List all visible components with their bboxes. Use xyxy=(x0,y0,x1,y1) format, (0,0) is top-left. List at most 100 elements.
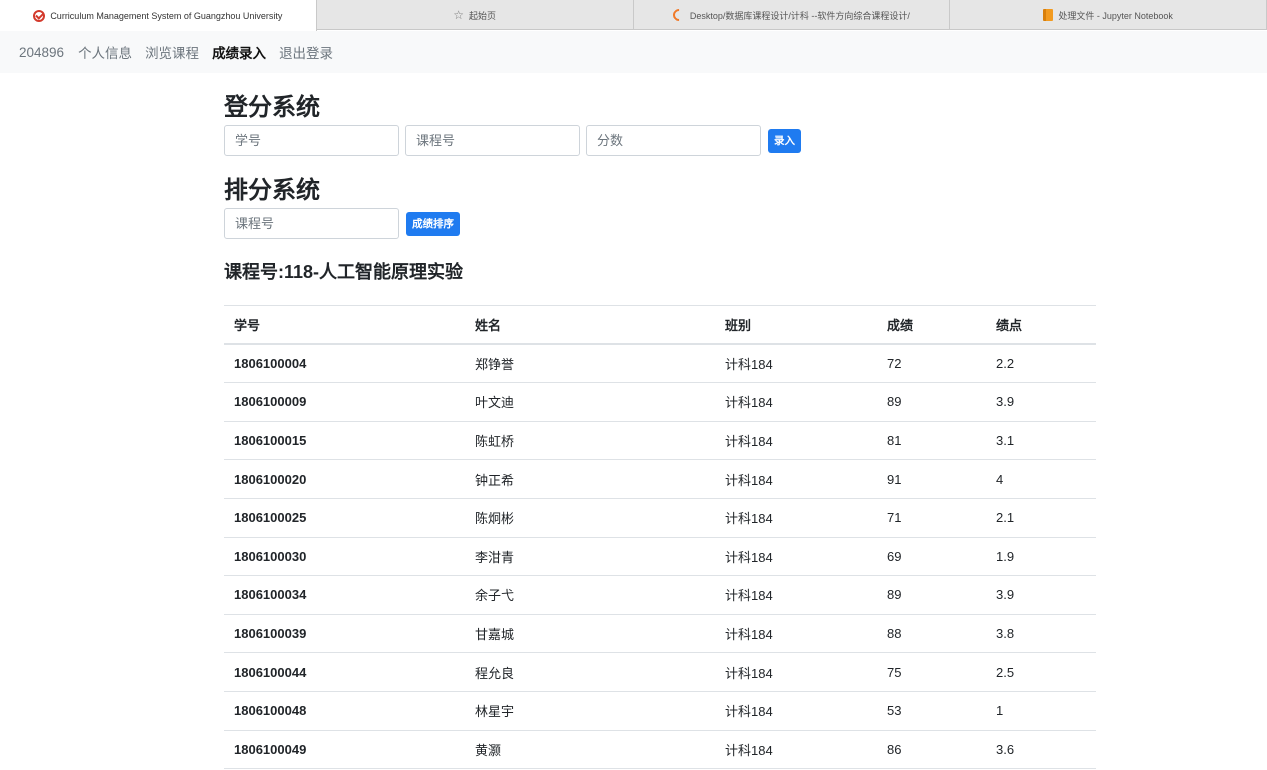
cell-name: 甘嘉城 xyxy=(465,614,715,654)
cell-student-id: 1806100039 xyxy=(224,614,465,654)
student-id-input[interactable] xyxy=(224,125,399,156)
cell-student-id: 1806100049 xyxy=(224,730,465,770)
target-icon xyxy=(33,9,46,22)
cell-name: 李泔青 xyxy=(465,537,715,577)
cell-student-id: 1806100020 xyxy=(224,459,465,499)
header-score: 成绩 xyxy=(877,305,986,346)
cell-gpa: 1.9 xyxy=(986,537,1096,577)
browser-tab-jupyter[interactable]: 处理文件 - Jupyter Notebook xyxy=(950,0,1267,30)
cell-name: 程允良 xyxy=(465,652,715,692)
cell-gpa: 3.1 xyxy=(986,421,1096,461)
cell-class: 计科184 xyxy=(715,537,877,577)
cell-score: 71 xyxy=(877,498,986,538)
browser-tab-desktop-folder[interactable]: Desktop/数据库课程设计/计科 --软件方向综合课程设计/ xyxy=(634,0,951,30)
header-gpa: 绩点 xyxy=(986,305,1096,346)
cell-student-id: 1806100030 xyxy=(224,537,465,577)
cell-score: 53 xyxy=(877,691,986,731)
cell-name: 叶文迪 xyxy=(465,382,715,422)
user-id-brand[interactable]: 204896 xyxy=(19,45,64,60)
table-row: 1806100030 李泔青 计科184 69 1.9 xyxy=(224,537,1096,577)
cell-student-id: 1806100009 xyxy=(224,382,465,422)
table-row: 1806100034 余子弋 计科184 89 3.9 xyxy=(224,575,1096,615)
tab-title: 起始页 xyxy=(469,10,497,21)
cell-name: 林星宇 xyxy=(465,691,715,731)
cell-gpa: 2.2 xyxy=(986,344,1096,384)
app-navbar: 204896 个人信息 浏览课程 成绩录入 退出登录 xyxy=(0,31,1267,73)
score-input[interactable] xyxy=(586,125,761,156)
tab-title: Desktop/数据库课程设计/计科 --软件方向综合课程设计/ xyxy=(689,10,910,21)
cell-name: 黄灏 xyxy=(465,730,715,770)
cell-gpa: 2.1 xyxy=(986,498,1096,538)
cell-gpa: 1 xyxy=(986,691,1096,731)
cell-class: 计科184 xyxy=(715,614,877,654)
notebook-icon xyxy=(1043,9,1054,21)
cell-score: 89 xyxy=(877,575,986,615)
ranking-title: 排分系统 xyxy=(224,177,320,204)
nav-link-grade-entry[interactable]: 成绩录入 xyxy=(212,42,266,62)
cell-score: 69 xyxy=(877,537,986,577)
loading-icon xyxy=(670,6,688,24)
cell-name: 陈炯彬 xyxy=(465,498,715,538)
tab-title: 处理文件 - Jupyter Notebook xyxy=(1058,10,1173,21)
cell-class: 计科184 xyxy=(715,652,877,692)
header-name: 姓名 xyxy=(465,305,715,346)
nav-link-personal-info[interactable]: 个人信息 xyxy=(78,42,132,62)
grade-entry-title: 登分系统 xyxy=(224,94,320,121)
cell-gpa: 2.5 xyxy=(986,652,1096,692)
nav-link-logout[interactable]: 退出登录 xyxy=(279,42,333,62)
cell-score: 72 xyxy=(877,344,986,384)
cell-student-id: 1806100044 xyxy=(224,652,465,692)
browser-tab-bar: Curriculum Management System of Guangzho… xyxy=(0,0,1267,31)
cell-score: 81 xyxy=(877,421,986,461)
cell-gpa: 3.6 xyxy=(986,730,1096,770)
cell-class: 计科184 xyxy=(715,575,877,615)
cell-score: 91 xyxy=(877,459,986,499)
main-content: 登分系统 录入 排分系统 成绩排序 课程号:118-人工智能原理实验 学号 姓名… xyxy=(224,73,1096,770)
cell-gpa: 3.9 xyxy=(986,382,1096,422)
table-row: 1806100044 程允良 计科184 75 2.5 xyxy=(224,652,1096,692)
cell-name: 陈虹桥 xyxy=(465,421,715,461)
cell-name: 钟正希 xyxy=(465,459,715,499)
course-id-input[interactable] xyxy=(405,125,580,156)
table-row: 1806100009 叶文迪 计科184 89 3.9 xyxy=(224,382,1096,422)
cell-class: 计科184 xyxy=(715,498,877,538)
header-student-id: 学号 xyxy=(224,305,465,346)
cell-student-id: 1806100048 xyxy=(224,691,465,731)
cell-score: 89 xyxy=(877,382,986,422)
cell-class: 计科184 xyxy=(715,344,877,384)
table-row: 1806100048 林星宇 计科184 53 1 xyxy=(224,691,1096,731)
cell-gpa: 4 xyxy=(986,459,1096,499)
table-row: 1806100020 钟正希 计科184 91 4 xyxy=(224,459,1096,499)
cell-name: 余子弋 xyxy=(465,575,715,615)
submit-grade-button[interactable]: 录入 xyxy=(768,128,801,153)
cell-score: 75 xyxy=(877,652,986,692)
cell-gpa: 3.8 xyxy=(986,614,1096,654)
table-row: 1806100025 陈炯彬 计科184 71 2.1 xyxy=(224,498,1096,538)
nav-link-browse-courses[interactable]: 浏览课程 xyxy=(145,42,199,62)
cell-class: 计科184 xyxy=(715,382,877,422)
cell-class: 计科184 xyxy=(715,459,877,499)
cell-class: 计科184 xyxy=(715,421,877,461)
star-icon: ☆ xyxy=(453,8,464,22)
cell-student-id: 1806100015 xyxy=(224,421,465,461)
cell-score: 86 xyxy=(877,730,986,770)
cell-score: 88 xyxy=(877,614,986,654)
grades-table: 学号 姓名 班别 成绩 绩点 1806100004 郑铮誉 计科184 72 2… xyxy=(224,305,1096,770)
header-class: 班别 xyxy=(715,305,877,346)
table-row: 1806100039 甘嘉城 计科184 88 3.8 xyxy=(224,614,1096,654)
cell-student-id: 1806100004 xyxy=(224,344,465,384)
table-row: 1806100004 郑铮誉 计科184 72 2.2 xyxy=(224,344,1096,384)
ranking-form: 成绩排序 xyxy=(224,208,1096,239)
sort-grades-button[interactable]: 成绩排序 xyxy=(406,211,460,236)
cell-class: 计科184 xyxy=(715,730,877,770)
tab-title: Curriculum Management System of Guangzho… xyxy=(50,10,283,21)
browser-tab-curriculum[interactable]: Curriculum Management System of Guangzho… xyxy=(0,0,317,31)
ranking-course-id-input[interactable] xyxy=(224,208,399,239)
table-header-row: 学号 姓名 班别 成绩 绩点 xyxy=(224,305,1096,346)
cell-student-id: 1806100025 xyxy=(224,498,465,538)
cell-gpa: 3.9 xyxy=(986,575,1096,615)
table-row: 1806100049 黄灏 计科184 86 3.6 xyxy=(224,730,1096,770)
table-row: 1806100015 陈虹桥 计科184 81 3.1 xyxy=(224,421,1096,461)
grade-entry-form: 录入 xyxy=(224,125,1096,156)
browser-tab-start-page[interactable]: ☆ 起始页 xyxy=(317,0,634,30)
